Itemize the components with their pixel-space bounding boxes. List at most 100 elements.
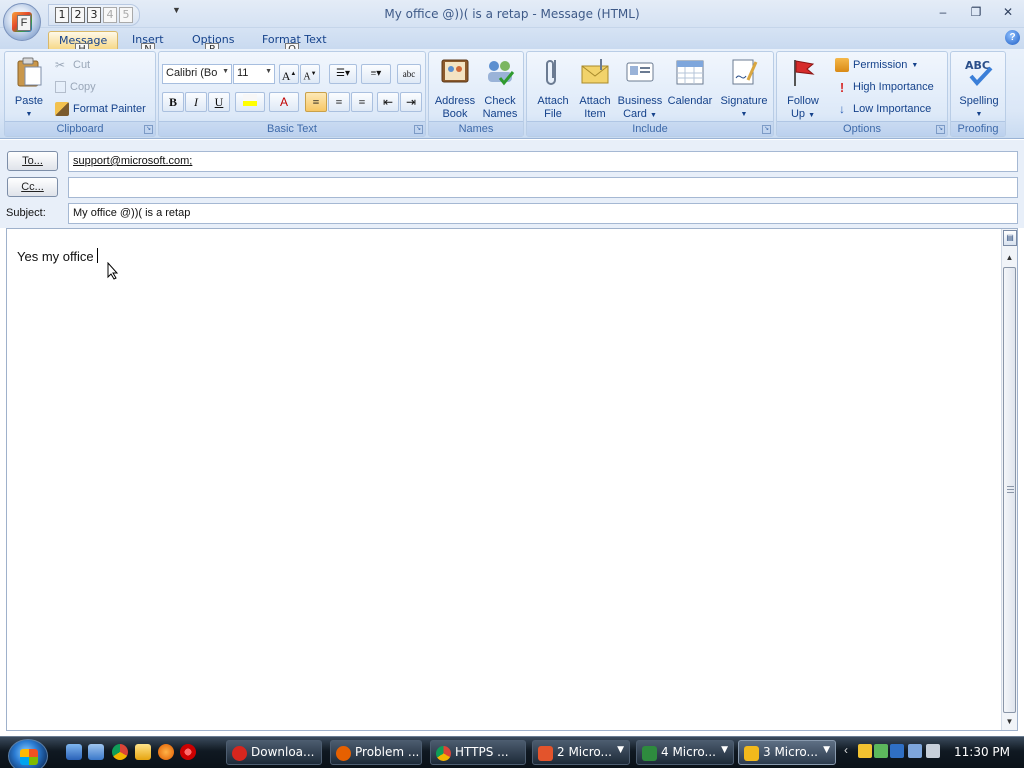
basic-text-launcher-icon[interactable]: ↘ [414, 125, 423, 134]
font-name-combo[interactable]: Calibri (Bo ▼ [162, 64, 232, 84]
permission-button[interactable]: Permission ▼ [835, 55, 918, 75]
paste-button[interactable]: Paste ▼ [11, 56, 47, 121]
cc-field[interactable] [68, 177, 1018, 198]
business-card-button[interactable]: Business Card ▼ [617, 56, 663, 122]
group-options: Follow Up ▼ Permission ▼ ! High Importan… [776, 51, 948, 137]
qat-customize-icon[interactable]: ▼ [172, 5, 182, 19]
align-right-button[interactable]: ≡ [351, 92, 373, 112]
address-book-label-1: Address [434, 95, 476, 107]
qat-up-keytip[interactable]: 4 [103, 7, 117, 23]
qat-undo-keytip[interactable]: 2 [71, 7, 85, 23]
qat-redo-keytip[interactable]: 3 [87, 7, 101, 23]
business-card-label-2: Card ▼ [623, 108, 657, 120]
attach-file-button[interactable]: Attach File [531, 56, 575, 121]
chrome-icon[interactable] [112, 744, 128, 760]
show-desktop-icon[interactable] [66, 744, 82, 760]
to-button[interactable]: To... [7, 151, 58, 171]
align-left-button[interactable]: ≡ [305, 92, 327, 112]
include-launcher-icon[interactable]: ↘ [762, 125, 771, 134]
numbering-button[interactable]: ≡▾ [361, 64, 391, 84]
grow-font-button[interactable]: A▲ [279, 64, 299, 84]
tray-bluetooth-icon[interactable] [890, 744, 904, 758]
high-importance-button[interactable]: ! High Importance [835, 77, 934, 97]
message-body[interactable]: Yes my office ▤ ▲ ▼ [6, 228, 1018, 731]
help-icon[interactable]: ? [1005, 30, 1020, 45]
clipboard-launcher-icon[interactable]: ↘ [144, 125, 153, 134]
switch-windows-icon[interactable] [88, 744, 104, 760]
spelling-button[interactable]: ABC Spelling ▼ [953, 56, 1005, 121]
shrink-font-button[interactable]: A▼ [300, 64, 320, 84]
cc-button[interactable]: Cc... [7, 177, 58, 197]
outlook-icon [744, 746, 759, 761]
minimize-button[interactable]: – [932, 4, 954, 20]
bullets-button[interactable]: ☰▾ [329, 64, 357, 84]
office-button[interactable]: F [3, 3, 41, 41]
system-tray: ‹ 11:30 PM [842, 738, 1024, 766]
scrollbar-thumb[interactable] [1003, 267, 1016, 713]
qat-down-keytip[interactable]: 5 [119, 7, 133, 23]
subject-label: Subject: [6, 207, 46, 219]
low-importance-button[interactable]: ↓ Low Importance [835, 99, 931, 119]
font-size-combo[interactable]: 11 ▼ [233, 64, 275, 84]
scroll-down-button[interactable]: ▼ [1002, 715, 1017, 729]
options-launcher-icon[interactable]: ↘ [936, 125, 945, 134]
network-icon[interactable] [908, 744, 922, 758]
to-field[interactable]: support@microsoft.com; [68, 151, 1018, 172]
attach-item-label-2: Item [584, 108, 606, 120]
styles-icon[interactable]: abc [397, 64, 421, 84]
calendar-label: Calendar [667, 95, 713, 107]
underline-button[interactable]: U [208, 92, 230, 112]
clipboard-icon [17, 57, 42, 87]
decrease-indent-button[interactable]: ⇤ [377, 92, 399, 112]
font-size-value: 11 [237, 67, 249, 79]
chevron-down-icon: ▼ [721, 745, 728, 755]
to-recipient[interactable]: support@microsoft.com; [73, 155, 192, 167]
address-book-button[interactable]: Address Book [433, 56, 477, 121]
vertical-scrollbar[interactable]: ▤ ▲ ▼ [1001, 229, 1017, 730]
attach-item-button[interactable]: Attach Item [573, 56, 617, 121]
calendar-button[interactable]: Calendar [665, 56, 715, 108]
clock[interactable]: 11:30 PM [954, 745, 1010, 759]
tray-app-icon[interactable] [874, 744, 888, 758]
spelling-label: Spelling [959, 95, 999, 107]
maximize-button[interactable]: ❐ [965, 4, 987, 20]
view-ruler-icon[interactable]: ▤ [1003, 230, 1017, 246]
cut-button[interactable]: ✂ Cut [55, 55, 90, 75]
tray-expand-icon[interactable]: ‹ [844, 743, 848, 757]
firefox-icon [336, 746, 351, 761]
calendar-icon [676, 60, 704, 85]
italic-button[interactable]: I [185, 92, 207, 112]
mouse-pointer-icon [107, 262, 119, 280]
highlight-button[interactable] [235, 92, 265, 112]
format-painter-button[interactable]: Format Painter [55, 99, 146, 119]
taskbar-item-problem[interactable]: Problem ... [330, 740, 422, 765]
scroll-up-button[interactable]: ▲ [1002, 251, 1017, 265]
volume-icon[interactable] [926, 744, 940, 758]
taskbar-item-2-micro[interactable]: 2 Micro... ▼ [532, 740, 630, 765]
increase-indent-button[interactable]: ⇥ [400, 92, 422, 112]
opera-icon[interactable] [180, 744, 196, 760]
taskbar-item-3-micro[interactable]: 3 Micro... ▼ [738, 740, 836, 765]
align-center-button[interactable]: ≡ [328, 92, 350, 112]
envelope-clip-icon [581, 59, 609, 84]
copy-label: Copy [70, 81, 96, 93]
check-names-button[interactable]: Check Names [479, 56, 521, 121]
copy-button[interactable]: Copy [55, 77, 96, 97]
subject-field[interactable]: My office @))( is a retap [68, 203, 1018, 224]
close-button[interactable]: ✕ [997, 4, 1019, 20]
paintbrush-icon [55, 102, 69, 116]
firefox-icon[interactable] [158, 744, 174, 760]
taskbar-item-https[interactable]: HTTPS ... [430, 740, 526, 765]
tray-messenger-icon[interactable] [858, 744, 872, 758]
font-color-button[interactable]: A [269, 92, 299, 112]
clipboard-group-label: Clipboard [5, 121, 155, 136]
signature-button[interactable]: Signature ▼ [717, 56, 771, 121]
bold-button[interactable]: B [162, 92, 184, 112]
outlook-icon[interactable] [135, 744, 151, 760]
start-button[interactable] [8, 739, 48, 768]
taskbar-item-4-micro[interactable]: 4 Micro... ▼ [636, 740, 734, 765]
body-text[interactable]: Yes my office [17, 248, 98, 264]
taskbar-item-download[interactable]: Downloa... [226, 740, 322, 765]
qat-save-keytip[interactable]: 1 [55, 7, 69, 23]
follow-up-button[interactable]: Follow Up ▼ [781, 56, 825, 122]
